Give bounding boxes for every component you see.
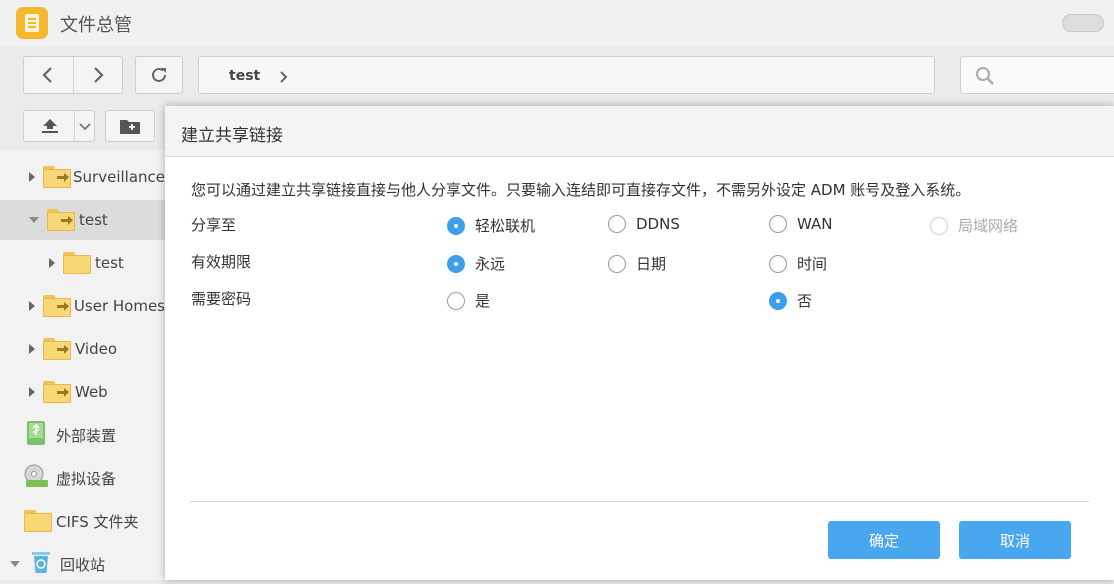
new-folder-button[interactable] bbox=[105, 110, 155, 142]
radio-button[interactable] bbox=[769, 215, 787, 233]
expand-arrow-icon[interactable] bbox=[29, 344, 35, 354]
sidebar-item-label: Web bbox=[75, 383, 108, 401]
sidebar-item-label: 虚拟设备 bbox=[56, 469, 117, 488]
radio-button[interactable] bbox=[608, 254, 626, 273]
ok-button[interactable]: 确定 bbox=[828, 521, 940, 559]
search-icon bbox=[976, 67, 994, 85]
sidebar-item-recycle-bin[interactable]: 回收站 bbox=[0, 544, 165, 584]
sidebar-item-label: test bbox=[79, 211, 108, 229]
chevron-left-icon bbox=[42, 67, 53, 83]
collapse-arrow-icon[interactable] bbox=[10, 561, 20, 567]
address-bar[interactable]: test bbox=[198, 56, 935, 94]
shared-folder-icon bbox=[43, 381, 71, 403]
upload-icon bbox=[42, 119, 58, 133]
sidebar-item-user-homes[interactable]: User Homes bbox=[0, 286, 165, 326]
sidebar-item-external-devices[interactable]: 外部装置 bbox=[0, 415, 165, 455]
sidebar-item-virtual-devices[interactable]: 虚拟设备 bbox=[0, 458, 165, 498]
expiry-option-forever[interactable]: 永远 bbox=[447, 253, 505, 274]
radio-button[interactable] bbox=[608, 215, 626, 233]
sidebar-item-video[interactable]: Video bbox=[0, 329, 165, 369]
sidebar-item-surveillance[interactable]: Surveillance bbox=[0, 157, 165, 197]
share-to-option-easy-connect[interactable]: 轻松联机 bbox=[447, 215, 535, 236]
expiry-option-date[interactable]: 日期 bbox=[608, 253, 666, 274]
breadcrumb[interactable]: test bbox=[229, 68, 260, 84]
share-to-option-lan: 局域网络 bbox=[930, 215, 1018, 236]
share-to-label: 分享至 bbox=[191, 216, 237, 234]
radio-button bbox=[930, 216, 948, 235]
share-link-dialog: 建立共享链接 您可以通过建立共享链接直接与他人分享文件。只要输入连结即可直接存文… bbox=[165, 106, 1114, 580]
breadcrumb-chevron-icon bbox=[280, 71, 288, 83]
sidebar-item-label: test bbox=[95, 254, 124, 272]
sidebar-item-label: 外部装置 bbox=[56, 426, 117, 445]
radio-button[interactable] bbox=[769, 291, 787, 310]
window-toggle[interactable] bbox=[1062, 14, 1104, 32]
nav-button-group bbox=[23, 56, 123, 94]
expand-arrow-icon[interactable] bbox=[29, 387, 35, 397]
usb-drive-icon bbox=[24, 420, 48, 450]
chevron-down-icon bbox=[79, 123, 91, 131]
dialog-description: 您可以通过建立共享链接直接与他人分享文件。只要输入连结即可直接存文件，不需另外设… bbox=[191, 181, 971, 199]
expand-arrow-icon[interactable] bbox=[29, 301, 35, 311]
shared-folder-icon bbox=[43, 166, 71, 188]
sidebar-item-test[interactable]: test bbox=[0, 200, 165, 240]
expand-arrow-icon[interactable] bbox=[49, 258, 55, 268]
share-to-option-wan[interactable]: WAN bbox=[769, 215, 833, 233]
sidebar-item-label: User Homes bbox=[73, 297, 165, 315]
refresh-button[interactable] bbox=[135, 56, 183, 94]
sidebar-item-label: 回收站 bbox=[60, 555, 106, 574]
sidebar: Surveillance test test User Homes Video … bbox=[0, 150, 165, 580]
sidebar-item-cifs-folder[interactable]: CIFS 文件夹 bbox=[0, 501, 165, 541]
virtual-disc-icon bbox=[22, 463, 50, 493]
file-explorer-app-icon bbox=[16, 7, 48, 39]
back-button[interactable] bbox=[24, 57, 73, 93]
recycle-bin-icon bbox=[30, 549, 52, 579]
upload-button[interactable] bbox=[23, 110, 95, 142]
search-input[interactable] bbox=[960, 56, 1114, 94]
radio-button[interactable] bbox=[447, 254, 465, 273]
dialog-divider bbox=[190, 501, 1089, 502]
dialog-header: 建立共享链接 bbox=[165, 106, 1114, 157]
expiry-label: 有效期限 bbox=[191, 253, 252, 271]
refresh-icon bbox=[152, 67, 166, 82]
forward-button[interactable] bbox=[72, 57, 123, 93]
shared-folder-icon bbox=[43, 338, 71, 360]
password-option-no[interactable]: 否 bbox=[769, 290, 812, 311]
chevron-right-icon bbox=[93, 67, 104, 83]
sidebar-item-label: Video bbox=[75, 340, 118, 358]
new-folder-icon bbox=[120, 120, 140, 134]
title-bar: 文件总管 bbox=[0, 0, 1114, 46]
sidebar-item-label: Surveillance bbox=[73, 168, 165, 186]
sidebar-item-web[interactable]: Web bbox=[0, 372, 165, 412]
expand-arrow-icon[interactable] bbox=[29, 172, 35, 182]
app-title: 文件总管 bbox=[60, 15, 132, 36]
cancel-button[interactable]: 取消 bbox=[959, 521, 1071, 559]
collapse-arrow-icon[interactable] bbox=[29, 217, 39, 223]
folder-icon bbox=[24, 510, 52, 532]
shared-folder-icon bbox=[47, 209, 75, 231]
dialog-title: 建立共享链接 bbox=[181, 126, 283, 146]
folder-icon bbox=[63, 252, 91, 274]
radio-button[interactable] bbox=[447, 291, 465, 310]
sidebar-item-label: CIFS 文件夹 bbox=[56, 512, 139, 531]
expiry-option-time[interactable]: 时间 bbox=[769, 253, 827, 274]
share-to-option-ddns[interactable]: DDNS bbox=[608, 215, 680, 233]
shared-folder-icon bbox=[43, 295, 71, 317]
radio-button[interactable] bbox=[769, 254, 787, 273]
sidebar-item-test-subfolder[interactable]: test bbox=[0, 243, 165, 283]
password-option-yes[interactable]: 是 bbox=[447, 290, 490, 311]
radio-button[interactable] bbox=[447, 216, 465, 235]
password-label: 需要密码 bbox=[191, 290, 252, 308]
